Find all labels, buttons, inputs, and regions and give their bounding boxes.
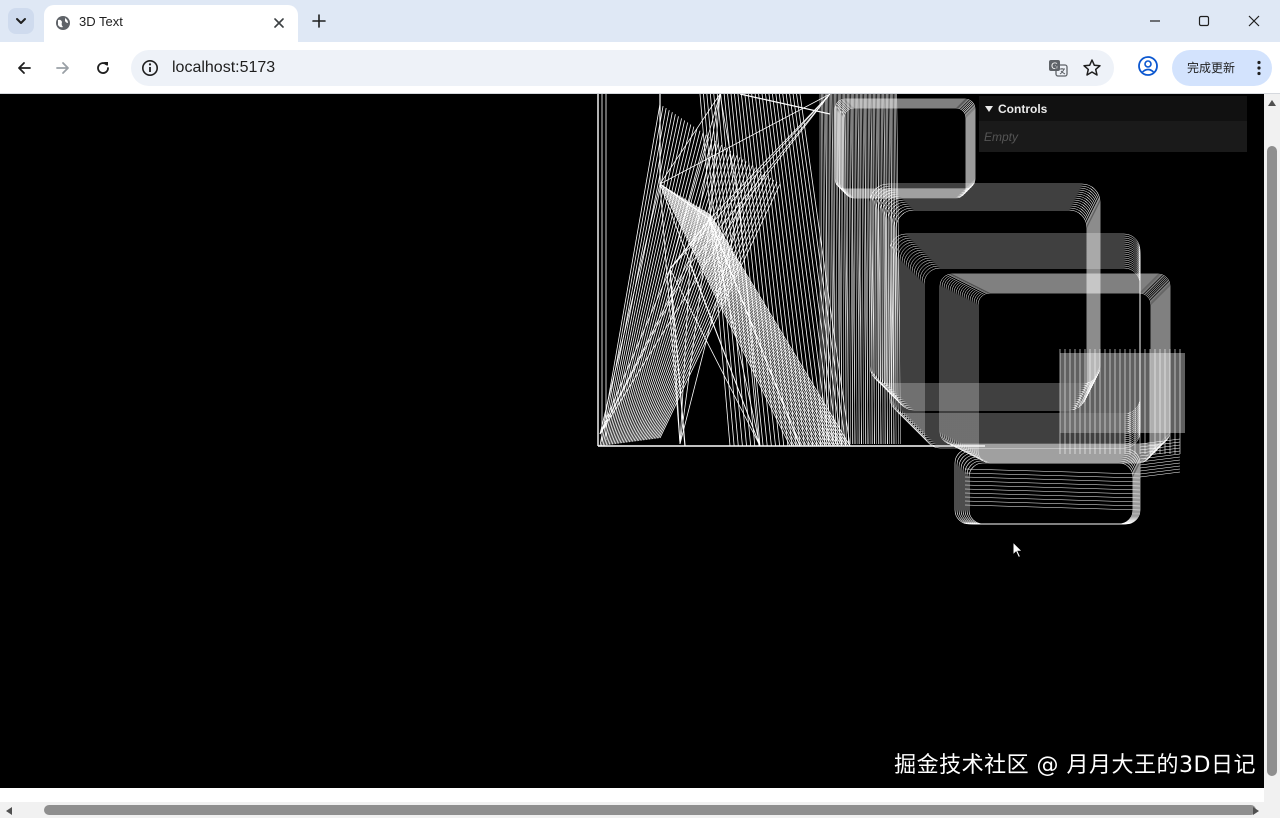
minimize-button[interactable] [1142,8,1168,34]
chevron-down-icon [16,18,26,24]
horizontal-scrollbar[interactable] [0,802,1264,818]
tab-strip: 3D Text [0,0,1280,42]
arrow-left-icon [18,62,31,74]
webgl-canvas[interactable]: Controls Empty 掘金技术社区 @ 月月大王的3D日记 [0,94,1264,788]
translate-icon[interactable]: G [1048,58,1068,78]
watermark: 掘金技术社区 @ 月月大王的3D日记 [894,753,1256,778]
horizontal-scroll-thumb[interactable] [44,805,1256,815]
more-vert-icon[interactable] [1256,60,1262,76]
profile-icon[interactable] [1137,55,1159,77]
url-text[interactable]: localhost:5173 [172,59,275,77]
arrow-right-icon [56,62,69,74]
update-button[interactable]: 完成更新 [1172,50,1272,86]
minimize-icon [1150,20,1160,22]
plus-icon [312,14,326,28]
close-icon [274,18,284,28]
scrollbar-gap [0,788,1264,802]
star-icon[interactable] [1082,58,1102,78]
forward-button[interactable] [50,55,76,81]
chevron-down-icon [985,106,993,112]
scroll-right-arrow-icon[interactable] [1252,806,1260,816]
close-icon [1248,15,1260,27]
back-button[interactable] [11,55,37,81]
update-button-label: 完成更新 [1187,61,1236,75]
reload-icon [97,62,109,74]
tab-search-button[interactable] [8,8,34,34]
vertical-scrollbar[interactable] [1264,94,1280,788]
close-window-button[interactable] [1241,8,1267,34]
controls-panel-header[interactable]: Controls [979,96,1247,121]
maximize-icon [1198,15,1210,27]
close-tab-button[interactable] [270,14,288,32]
controls-panel: Controls Empty [979,96,1247,152]
scrollbar-corner [1264,788,1280,818]
tab-3d-text[interactable]: 3D Text [44,5,298,42]
scroll-up-arrow-icon[interactable] [1267,99,1277,107]
controls-empty-text: Empty [984,130,1019,144]
maximize-button[interactable] [1191,8,1217,34]
wireframe-3d-text[interactable] [0,94,1264,788]
new-tab-button[interactable] [308,10,330,32]
tab-title: 3D Text [79,14,123,29]
svg-text:G: G [1051,62,1058,72]
wireframe-mesh [597,94,1185,525]
reload-button[interactable] [90,55,116,81]
vertical-scroll-thumb[interactable] [1267,146,1277,776]
scroll-left-arrow-icon[interactable] [5,806,13,816]
info-icon[interactable] [141,59,159,77]
browser-toolbar: localhost:5173 G 完成更新 [0,42,1280,94]
mouse-cursor-icon [1012,541,1024,559]
globe-icon [56,16,70,30]
address-bar[interactable]: localhost:5173 G [131,50,1114,86]
controls-title: Controls [998,102,1048,116]
